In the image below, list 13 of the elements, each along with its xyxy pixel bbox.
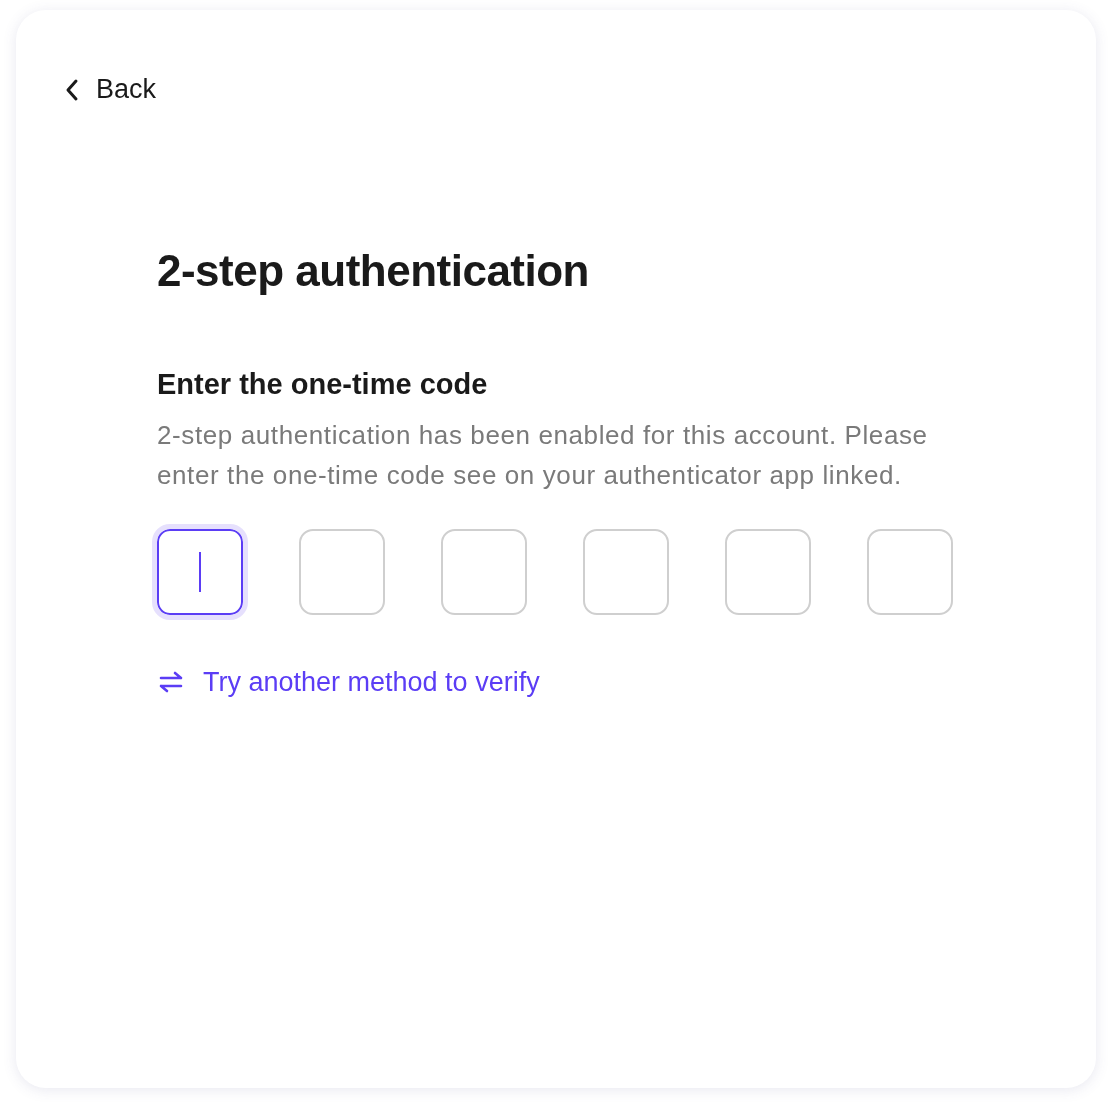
code-digit-field[interactable]	[299, 528, 385, 615]
section-heading: Enter the one-time code	[157, 367, 489, 401]
alternate-method-link[interactable]: Try another method to verify	[157, 666, 540, 698]
code-digit-field[interactable]	[867, 528, 953, 615]
code-digit-field[interactable]	[725, 528, 811, 615]
swap-arrows-icon	[157, 671, 185, 693]
page-title: 2-step authentication	[157, 245, 590, 296]
description-text: 2-step authentication has been enabled for this account. Please enter the one-time code see on your authenticator app linked.	[157, 418, 929, 492]
code-digit-field[interactable]	[152, 523, 248, 620]
chevron-left-icon	[64, 77, 80, 102]
code-digit-field[interactable]	[583, 528, 669, 615]
code-digit-field[interactable]	[441, 528, 527, 615]
back-link[interactable]: Back	[64, 74, 157, 105]
